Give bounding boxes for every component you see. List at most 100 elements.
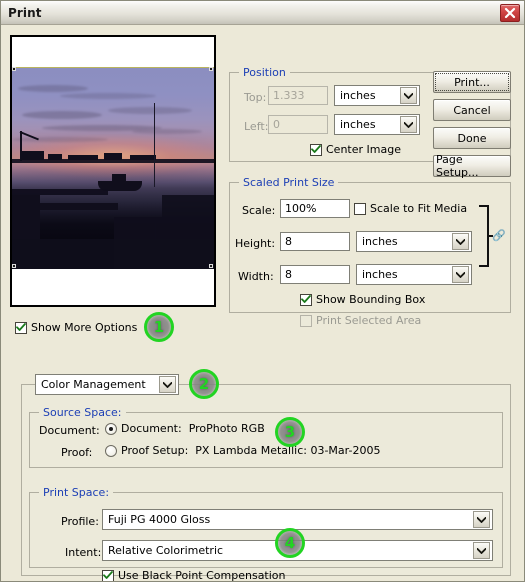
profile-select[interactable]: Fuji PG 4000 Gloss: [102, 509, 493, 530]
chevron-down-icon[interactable]: [452, 266, 469, 283]
black-point-compensation-checkbox[interactable]: Use Black Point Compensation: [102, 569, 286, 582]
dialog-body: Position Top: 1.333 inches Left: 0 inche…: [1, 25, 524, 582]
left-unit-select[interactable]: inches: [334, 114, 420, 135]
height-input[interactable]: 8: [280, 232, 350, 251]
height-label: Height:: [235, 237, 276, 250]
title-bar: Print: [1, 1, 524, 25]
check-icon: [301, 295, 311, 303]
bbox-handle-tr[interactable]: [209, 67, 213, 71]
top-input[interactable]: 1.333: [268, 86, 328, 105]
proof-radio-label: Proof Setup:: [121, 444, 189, 457]
scale-input[interactable]: 100%: [280, 199, 350, 218]
bbox-handle-br[interactable]: [209, 264, 213, 268]
profile-label: Profile:: [61, 515, 99, 528]
width-unit-select[interactable]: inches: [356, 264, 472, 285]
chevron-down-icon[interactable]: [159, 376, 176, 393]
top-unit-select[interactable]: inches: [334, 85, 420, 106]
checkbox-box: [15, 321, 27, 334]
done-button[interactable]: Done: [433, 127, 511, 149]
show-more-options-checkbox[interactable]: Show More Options: [15, 321, 137, 334]
print-button[interactable]: Print...: [433, 71, 511, 93]
close-icon: [504, 7, 516, 19]
scale-value: 100%: [285, 202, 317, 215]
radio-circle: [105, 422, 117, 435]
document-row-label: Document:: [39, 424, 100, 437]
top-unit-value: inches: [340, 89, 376, 102]
document-radio-label: Document:: [121, 422, 182, 435]
chevron-down-icon[interactable]: [400, 87, 417, 104]
document-value: ProPhoto RGB: [188, 422, 265, 435]
chevron-down-icon[interactable]: [473, 542, 490, 559]
top-label: Top:: [244, 91, 267, 104]
checkbox-box: [354, 202, 366, 215]
width-label: Width:: [238, 270, 274, 283]
width-value: 8: [285, 268, 292, 281]
check-icon: [16, 323, 26, 331]
source-space-group: Source Space:: [29, 406, 503, 468]
done-button-label: Done: [457, 131, 487, 145]
cancel-button[interactable]: Cancel: [433, 99, 511, 121]
annotation-badge-3-number: 3: [284, 423, 296, 441]
left-unit-value: inches: [340, 118, 376, 131]
annotation-badge-4-number: 4: [284, 534, 296, 552]
checkbox-box: [102, 569, 114, 581]
left-label: Left:: [244, 120, 269, 133]
check-icon: [103, 571, 113, 579]
print-selected-area-label: Print Selected Area: [316, 314, 422, 327]
scaled-print-size-legend: Scaled Print Size: [239, 176, 339, 189]
intent-label: Intent:: [65, 546, 102, 559]
window-title: Print: [8, 5, 42, 20]
black-point-compensation-label: Use Black Point Compensation: [118, 569, 286, 582]
cancel-button-label: Cancel: [453, 103, 491, 117]
section-selector[interactable]: Color Management: [35, 374, 179, 395]
print-selected-area-checkbox[interactable]: Print Selected Area: [300, 314, 421, 327]
radio-dot: [109, 426, 113, 431]
print-dialog-window: Print Position Top: 1.333 inches Left: 0…: [0, 0, 525, 582]
check-icon: [311, 145, 321, 153]
annotation-badge-2: 2: [189, 369, 219, 399]
print-space-legend: Print Space:: [39, 486, 114, 499]
annotation-badge-4: 4: [275, 528, 305, 558]
bounding-box-top-line: [12, 67, 214, 68]
bbox-handle-tl[interactable]: [12, 67, 16, 71]
annotation-badge-1: 1: [144, 312, 174, 342]
left-input[interactable]: 0: [268, 115, 328, 134]
page-setup-button-label: Page Setup...: [436, 153, 479, 179]
show-bounding-box-label: Show Bounding Box: [316, 293, 426, 306]
checkbox-box: [310, 143, 322, 156]
width-input[interactable]: 8: [280, 265, 350, 284]
section-selector-value: Color Management: [41, 378, 146, 391]
checkbox-box: [300, 293, 312, 306]
top-value: 1.333: [273, 89, 305, 102]
scale-label: Scale:: [242, 204, 276, 217]
profile-value: Fuji PG 4000 Gloss: [108, 513, 211, 526]
height-unit-select[interactable]: inches: [356, 231, 472, 252]
proof-row-label: Proof:: [61, 446, 93, 459]
show-more-options-label: Show More Options: [31, 321, 138, 334]
position-legend: Position: [239, 66, 290, 79]
chevron-down-icon[interactable]: [400, 116, 417, 133]
print-button-label: Print...: [454, 75, 490, 89]
height-unit-value: inches: [362, 235, 398, 248]
height-value: 8: [285, 235, 292, 248]
bounding-box-overlay[interactable]: [12, 67, 214, 269]
center-image-label: Center Image: [326, 143, 401, 156]
source-space-legend: Source Space:: [39, 406, 126, 419]
scale-to-fit-media-checkbox[interactable]: Scale to Fit Media: [354, 202, 467, 215]
annotation-badge-3: 3: [275, 417, 305, 447]
print-preview[interactable]: [10, 35, 216, 307]
annotation-badge-2-number: 2: [198, 375, 210, 393]
left-value: 0: [273, 118, 280, 131]
width-unit-value: inches: [362, 268, 398, 281]
chain-link-icon: 🔗: [492, 229, 506, 242]
document-radio[interactable]: Document: ProPhoto RGB: [105, 422, 265, 435]
close-button[interactable]: [500, 4, 520, 22]
proof-radio[interactable]: Proof Setup: PX Lambda Metallic: 03-Mar-…: [105, 444, 380, 457]
show-bounding-box-checkbox[interactable]: Show Bounding Box: [300, 293, 425, 306]
chevron-down-icon[interactable]: [473, 511, 490, 528]
bbox-handle-bl[interactable]: [12, 264, 16, 268]
scale-to-fit-media-label: Scale to Fit Media: [370, 202, 468, 215]
center-image-checkbox[interactable]: Center Image: [310, 143, 401, 156]
page-setup-button[interactable]: Page Setup...: [433, 153, 511, 179]
chevron-down-icon[interactable]: [452, 233, 469, 250]
